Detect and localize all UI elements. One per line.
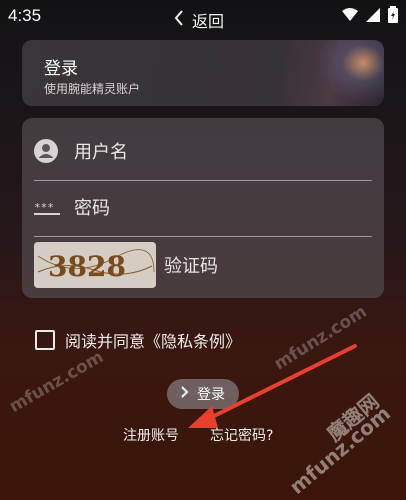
- annotation-arrow: [188, 344, 357, 428]
